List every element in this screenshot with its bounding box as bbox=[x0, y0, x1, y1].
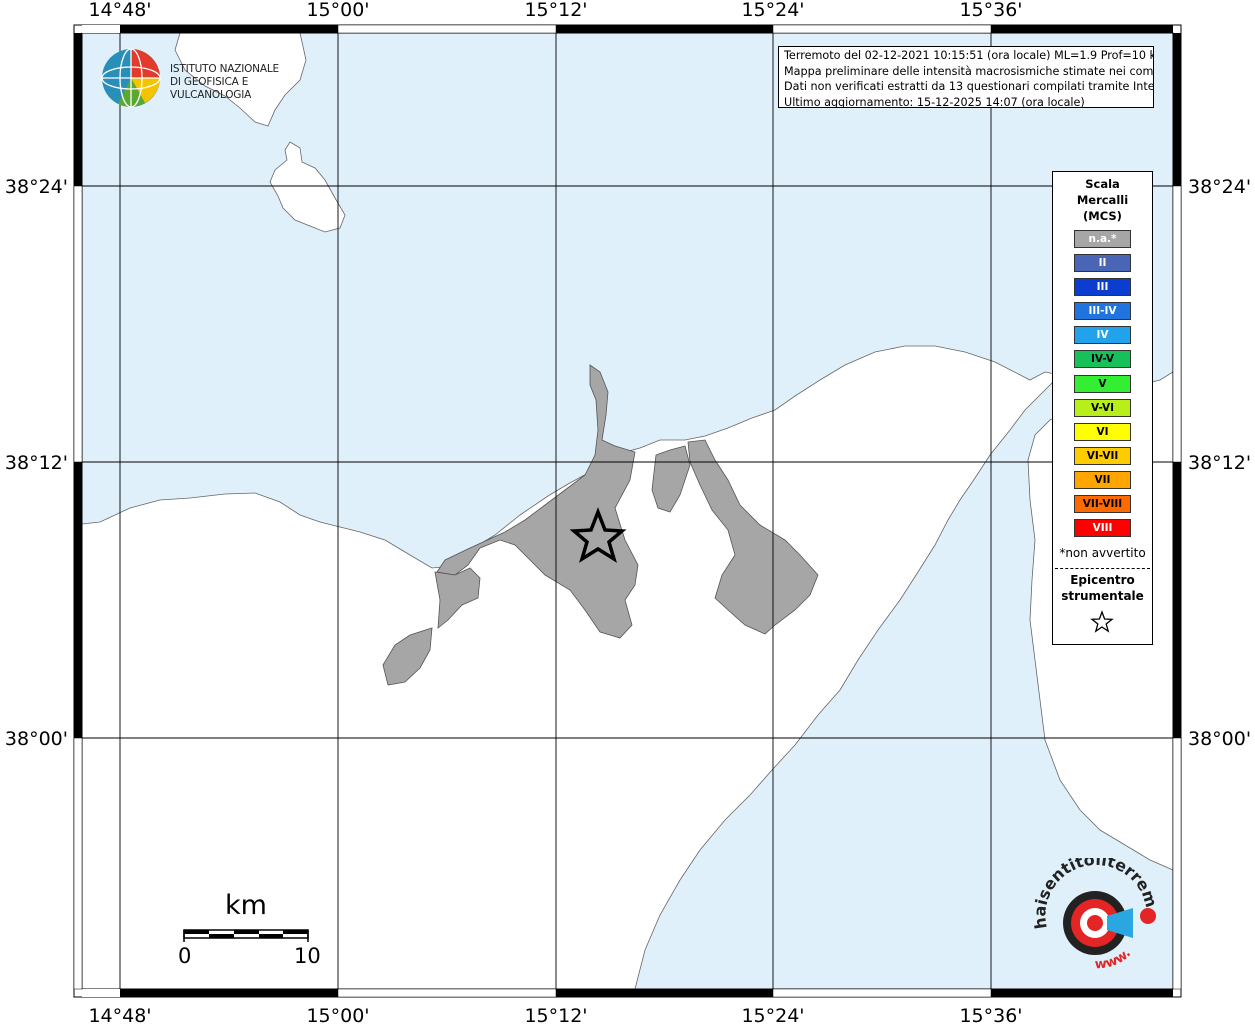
lon-labels-top: 14°48' 15°00' 15°12' 15°24' 15°36' bbox=[88, 0, 1022, 21]
legend-item: VII-VIII bbox=[1074, 495, 1131, 514]
lon-label: 14°48' bbox=[88, 1005, 151, 1024]
legend-item: VIII bbox=[1074, 519, 1131, 538]
legend-epicenter-label: Epicentro strumentale bbox=[1053, 572, 1152, 604]
legend-item: V bbox=[1074, 374, 1131, 393]
lat-labels-right: 38°24' 38°12' 38°00' bbox=[1188, 176, 1251, 750]
event-info-line: Ultimo aggiornamento: 15-12-2025 14:07 (… bbox=[784, 95, 1085, 108]
scale-max-label: 10 bbox=[294, 944, 321, 968]
lon-label: 15°00' bbox=[306, 0, 369, 21]
lat-label: 38°00' bbox=[5, 728, 68, 750]
legend-item: II bbox=[1074, 254, 1131, 273]
logo-line: ISTITUTO NAZIONALE bbox=[170, 63, 279, 75]
lat-labels-left: 38°24' 38°12' 38°00' bbox=[5, 176, 68, 750]
lat-label: 38°24' bbox=[1188, 176, 1251, 198]
scale-min-label: 0 bbox=[178, 944, 192, 968]
lon-label: 15°24' bbox=[741, 0, 804, 21]
legend-epicenter-line: strumentale bbox=[1061, 589, 1144, 603]
legend-item: VII bbox=[1074, 470, 1131, 489]
legend-title: Scala Mercalli (MCS) bbox=[1053, 176, 1152, 224]
event-info-line: Mappa preliminare delle intensità macros… bbox=[784, 64, 1154, 78]
legend-item: n.a.* bbox=[1074, 230, 1131, 248]
ingv-logo: ISTITUTO NAZIONALE DI GEOFISICA E VULCAN… bbox=[100, 47, 320, 111]
globe-icon bbox=[101, 48, 161, 108]
legend-item: III bbox=[1074, 278, 1131, 297]
event-info-line: Terremoto del 02-12-2021 10:15:51 (ora l… bbox=[784, 49, 1154, 62]
lat-label: 38°24' bbox=[5, 176, 68, 198]
lat-label: 38°00' bbox=[1188, 728, 1251, 750]
scale-bar: km 0 10 bbox=[170, 885, 330, 975]
hse-logo-graphic: haisentitoilterremoto.it www. bbox=[1020, 843, 1162, 972]
logo-line: DI GEOFISICA E VULCANOLOGIA bbox=[170, 76, 252, 101]
legend-note: *non avvertito bbox=[1059, 546, 1146, 560]
hse-logo: haisentitoilterremoto.it www. bbox=[1020, 843, 1175, 978]
legend-item: III-IV bbox=[1074, 302, 1131, 321]
legend-item: VI-VII bbox=[1074, 446, 1131, 465]
lon-label: 15°24' bbox=[741, 1005, 804, 1024]
legend-item: IV-V bbox=[1074, 350, 1131, 369]
lon-label: 15°36' bbox=[959, 0, 1022, 21]
legend-title-line: (MCS) bbox=[1083, 209, 1122, 223]
legend-title-line: Scala bbox=[1085, 177, 1120, 191]
scale-bar-graphic bbox=[183, 929, 309, 942]
legend-item: VI bbox=[1074, 422, 1131, 441]
lon-label: 15°36' bbox=[959, 1005, 1022, 1024]
legend-divider bbox=[1055, 568, 1150, 569]
lon-label: 15°00' bbox=[306, 1005, 369, 1024]
lon-labels-bottom: 14°48' 15°00' 15°12' 15°24' 15°36' bbox=[88, 1005, 1022, 1024]
legend-item: V-VI bbox=[1074, 398, 1131, 417]
event-info-line: Dati non verificati estratti da 13 quest… bbox=[784, 80, 1154, 93]
star-icon bbox=[1090, 610, 1114, 633]
lon-label: 15°12' bbox=[524, 1005, 587, 1024]
scale-unit: km bbox=[225, 890, 267, 921]
legend-title-line: Mercalli bbox=[1076, 193, 1129, 207]
lon-label: 14°48' bbox=[88, 0, 151, 21]
lon-label: 15°12' bbox=[524, 0, 587, 21]
lat-label: 38°12' bbox=[1188, 452, 1251, 474]
mcs-legend: Scala Mercalli (MCS) n.a.* II III III-IV IV I… bbox=[1052, 171, 1153, 645]
lat-label: 38°12' bbox=[5, 452, 68, 474]
ingv-logo-text: ISTITUTO NAZIONALE DI GEOFISICA E VULCAN… bbox=[170, 63, 320, 102]
legend-items: n.a.* II III III-IV IV IV-V V V-VI VI VI-VII VII VI… bbox=[1074, 230, 1131, 543]
event-info-box: Terremoto del 02-12-2021 10:15:51 (ora l… bbox=[778, 46, 1154, 108]
legend-item: IV bbox=[1074, 326, 1131, 345]
legend-epicenter-line: Epicentro bbox=[1070, 573, 1135, 587]
